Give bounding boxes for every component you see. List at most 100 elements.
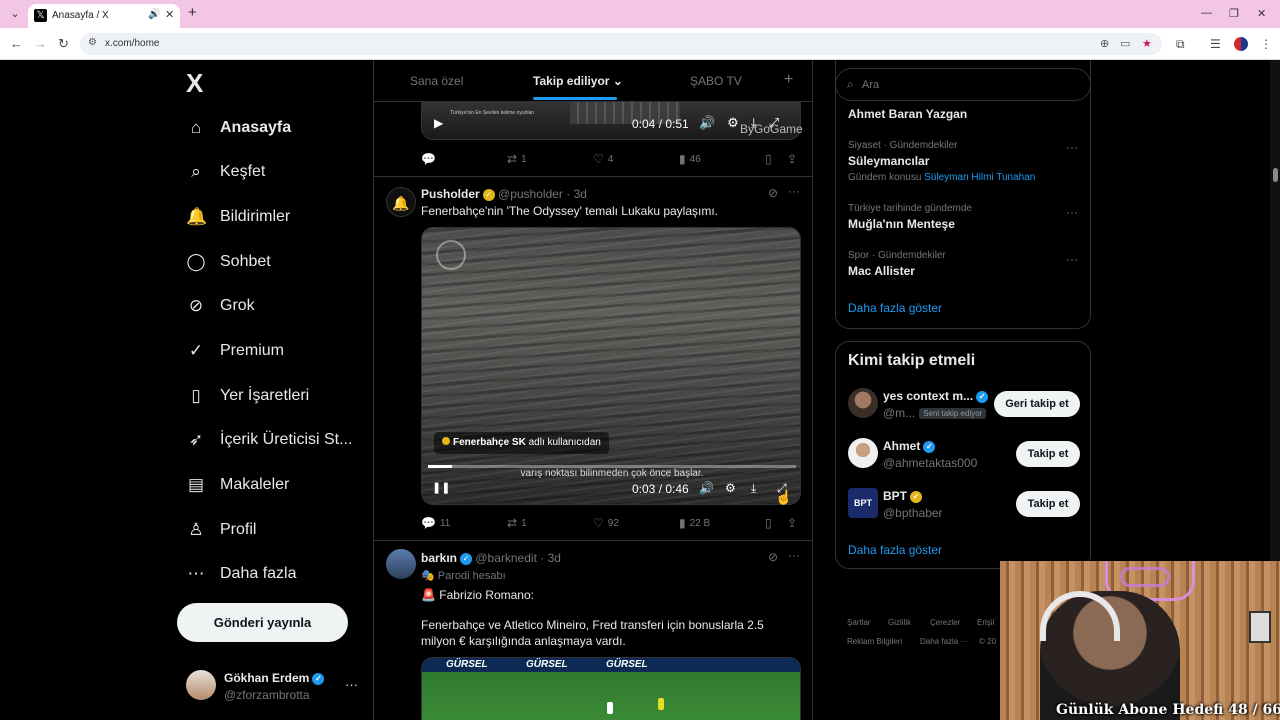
post-time[interactable]: 3d: [574, 187, 587, 201]
picture-in-picture-icon[interactable]: ⤓: [751, 481, 756, 496]
tab-for-you[interactable]: Sana özel: [410, 74, 463, 88]
scrollbar-thumb[interactable]: [1273, 168, 1278, 182]
avatar[interactable]: BPT: [848, 488, 878, 518]
more-icon[interactable]: ···: [788, 184, 800, 198]
video-attribution[interactable]: Fenerbahçe SK adlı kullanıcıdan: [434, 432, 609, 454]
post-button[interactable]: Gönderi yayınla: [177, 603, 348, 642]
account-more-icon[interactable]: ···: [345, 677, 358, 692]
account-name[interactable]: Gökhan Erdem ✓: [224, 671, 325, 685]
tab-search-icon[interactable]: ⌄: [8, 7, 22, 21]
footer-terms[interactable]: Şartlar: [847, 618, 871, 627]
video-player[interactable]: Fenerbahçe SK adlı kullanıcıdan varış no…: [421, 227, 801, 505]
more-icon[interactable]: ···: [788, 548, 800, 562]
nav-item-anasayfa[interactable]: ⌂ Anasayfa: [186, 113, 291, 143]
follow-button[interactable]: Takip et: [1016, 491, 1080, 517]
browser-tab[interactable]: 𝕏 Anasayfa / X 🔊 ✕: [28, 4, 180, 28]
author-name[interactable]: Pusholder: [421, 187, 480, 201]
cast-icon[interactable]: ▭: [1120, 37, 1130, 50]
avatar[interactable]: 🔔: [386, 187, 416, 217]
reading-list-icon[interactable]: ☰: [1210, 37, 1221, 51]
trend-more-icon[interactable]: ···: [1066, 252, 1078, 266]
show-more-link[interactable]: Daha fazla göster: [848, 301, 942, 315]
add-tab-icon[interactable]: +: [784, 71, 793, 89]
menu-icon[interactable]: ⋮: [1260, 37, 1272, 51]
trend-more-icon[interactable]: ···: [1066, 205, 1078, 219]
footer-accessibility[interactable]: Erişil: [977, 618, 994, 627]
url-text[interactable]: x.com/home: [105, 38, 159, 49]
avatar[interactable]: [386, 549, 416, 579]
close-window-icon[interactable]: ✕: [1257, 7, 1266, 20]
views-button[interactable]: ▮ 22 B: [679, 516, 710, 530]
views-button[interactable]: ▮ 46: [679, 152, 701, 166]
author-handle[interactable]: @barknedit: [475, 551, 537, 565]
back-icon[interactable]: ←: [10, 36, 23, 51]
volume-icon[interactable]: 🔊: [699, 481, 714, 495]
nav-item-daha-fazla[interactable]: ⋯ Daha fazla: [186, 559, 297, 589]
audio-icon[interactable]: 🔊: [148, 9, 160, 20]
settings-icon[interactable]: ⚙: [725, 481, 736, 495]
share-button[interactable]: ⇪: [787, 516, 797, 530]
nav-item-premium[interactable]: ✓ Premium: [186, 336, 284, 366]
nav-item-sohbet[interactable]: ◯ Sohbet: [186, 247, 270, 277]
zoom-icon[interactable]: ⊕: [1100, 37, 1109, 50]
trend-name[interactable]: Ahmet Baran Yazgan: [848, 107, 967, 121]
avatar[interactable]: [186, 670, 216, 700]
trend-more-icon[interactable]: ···: [1066, 140, 1078, 154]
bookmark-button[interactable]: ▯: [765, 516, 772, 530]
site-info-icon[interactable]: ⚙: [88, 37, 97, 48]
author-handle[interactable]: @pusholder: [498, 187, 563, 201]
account-name[interactable]: yes context m... ✓: [883, 389, 989, 403]
footer-ads-info[interactable]: Reklam Bilgileri: [847, 637, 902, 646]
x-logo[interactable]: X: [186, 68, 203, 99]
new-tab-button[interactable]: +: [188, 5, 197, 21]
pause-icon[interactable]: ❚❚: [432, 481, 450, 494]
grok-icon[interactable]: ⊘: [768, 550, 778, 564]
follow-back-button[interactable]: Geri takip et: [994, 391, 1080, 417]
footer-privacy[interactable]: Gizlilik: [888, 618, 911, 627]
nav-item-i-çerik-üreticisi-st-[interactable]: ➶ İçerik Üreticisi St...: [186, 425, 353, 455]
repost-button[interactable]: ⇄ 1: [507, 152, 527, 166]
footer-more[interactable]: Daha fazla ···: [920, 637, 968, 646]
forward-icon[interactable]: →: [34, 36, 47, 51]
timeline[interactable]: Türkiye'nin En Sevilen kelime oyunları ▶…: [373, 60, 813, 720]
grok-icon[interactable]: ⊘: [768, 186, 778, 200]
bookmark-star-icon[interactable]: ★: [1142, 37, 1152, 50]
extensions-icon[interactable]: ⧉: [1176, 37, 1185, 52]
post-media[interactable]: GÜRSEL GÜRSEL GÜRSEL: [421, 657, 801, 720]
repost-button[interactable]: ⇄ 1: [507, 516, 527, 530]
share-button[interactable]: ⇪: [787, 152, 797, 166]
author-name[interactable]: barkın: [421, 551, 457, 565]
play-icon[interactable]: ▶: [434, 116, 443, 130]
profile-avatar-icon[interactable]: [1234, 37, 1248, 51]
post-time[interactable]: 3d: [548, 551, 561, 565]
account-name[interactable]: Ahmet ✓: [883, 439, 936, 453]
tab-sabo-tv[interactable]: ŞABO TV: [690, 74, 742, 88]
video-player[interactable]: Türkiye'nin En Sevilen kelime oyunları ▶…: [421, 102, 803, 140]
account-name[interactable]: BPT ✓: [883, 489, 922, 503]
follow-button[interactable]: Takip et: [1016, 441, 1080, 467]
like-button[interactable]: ♡ 4: [593, 152, 613, 166]
nav-item-keşfet[interactable]: ⌕ Keşfet: [186, 157, 265, 187]
bookmark-button[interactable]: ▯: [765, 152, 772, 166]
nav-item-makaleler[interactable]: ▤ Makaleler: [186, 470, 289, 500]
reply-button[interactable]: 💬: [421, 152, 440, 166]
nav-item-grok[interactable]: ⊘ Grok: [186, 291, 255, 321]
trend-name[interactable]: Mac Allister: [848, 264, 915, 278]
nav-item-yer-i-şaretleri[interactable]: ▯ Yer İşaretleri: [186, 381, 309, 411]
trend-name[interactable]: Süleymancılar: [848, 154, 929, 168]
reload-icon[interactable]: ↻: [58, 36, 69, 52]
nav-item-profil[interactable]: ♙ Profil: [186, 515, 256, 545]
address-bar[interactable]: ⚙ x.com/home ⊕ ▭ ★: [80, 33, 1162, 55]
close-tab-icon[interactable]: ✕: [165, 8, 174, 21]
avatar[interactable]: [848, 388, 878, 418]
like-button[interactable]: ♡ 92: [593, 516, 619, 530]
footer-cookies[interactable]: Çerezler: [930, 618, 960, 627]
trend-name[interactable]: Muğla'nın Menteşe: [848, 217, 955, 231]
reply-button[interactable]: 💬 11: [421, 516, 450, 530]
show-more-link[interactable]: Daha fazla göster: [848, 543, 942, 557]
minimize-icon[interactable]: —: [1201, 7, 1212, 19]
restore-icon[interactable]: ❐: [1229, 7, 1239, 20]
tab-following[interactable]: Takip ediliyor ⌄: [533, 74, 623, 88]
nav-item-bildirimler[interactable]: 🔔 Bildirimler: [186, 202, 290, 232]
trend-link[interactable]: Süleyman Hilmi Tunahan: [924, 172, 1035, 183]
